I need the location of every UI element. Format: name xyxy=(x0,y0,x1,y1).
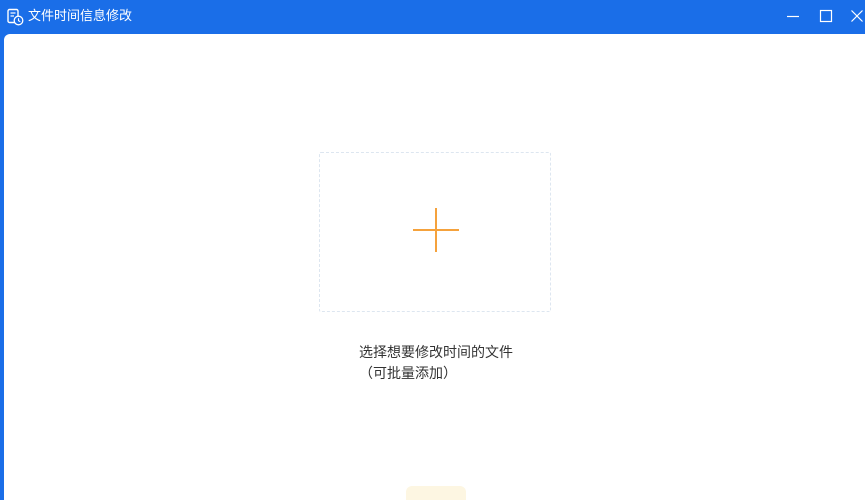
maximize-icon xyxy=(819,8,833,27)
minimize-button[interactable] xyxy=(778,4,808,30)
maximize-button[interactable] xyxy=(811,4,841,30)
close-button[interactable] xyxy=(842,4,865,30)
file-dropzone[interactable] xyxy=(319,152,551,312)
window-title: 文件时间信息修改 xyxy=(28,9,133,24)
decorative-glow xyxy=(406,486,466,500)
plus-icon xyxy=(412,206,460,254)
main-content: 选择想要修改时间的文件（可批量添加） xyxy=(4,34,865,500)
dropzone-hint: 选择想要修改时间的文件（可批量添加） xyxy=(359,345,513,382)
close-icon xyxy=(850,8,864,27)
document-clock-icon xyxy=(6,8,24,26)
minimize-icon xyxy=(786,8,800,27)
app-window: 文件时间信息修改 选择想要修改时间的文件（可批量添加） xyxy=(0,0,865,500)
title-bar[interactable]: 文件时间信息修改 xyxy=(0,0,865,34)
